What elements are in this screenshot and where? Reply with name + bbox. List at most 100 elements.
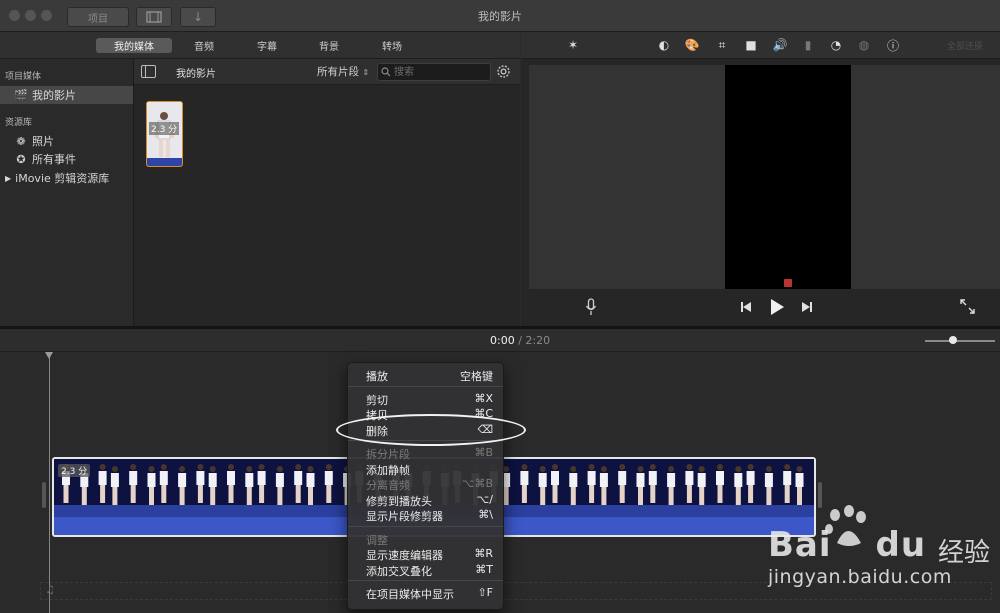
magic-wand-icon[interactable]: ✶ [565, 37, 581, 53]
menu-item[interactable]: 添加静帧 [348, 461, 503, 477]
tab-label: 转场 [382, 42, 402, 53]
star-icon: ✪ [16, 152, 26, 166]
menu-item-shortcut: ⌘T [475, 562, 493, 576]
crop-icon[interactable]: ⌗ [714, 37, 730, 53]
music-note-icon: ♫ [45, 583, 55, 596]
clip-thumbnail[interactable]: 2.3 分 [146, 101, 183, 167]
photos-icon: ❁ [16, 134, 26, 148]
menu-item: 拆分片段 ⌘B [348, 445, 503, 461]
menu-item[interactable]: 显示速度编辑器 ⌘R [348, 546, 503, 562]
reset-all-button[interactable]: 全部还原 [947, 39, 983, 52]
sidebar-item-my-movie[interactable]: 🎬 我的影片 [0, 86, 133, 104]
context-menu: 播放 空格键 剪切 ⌘X 拷贝 ⌘C 删除 ⌫ 拆分片段 ⌘B 添加静帧 分离音频 ⌥⌘B 修剪到播放头 ⌥… [347, 362, 504, 610]
speed-icon[interactable]: ◔ [828, 37, 844, 53]
viewer [521, 59, 1000, 326]
filter-icon[interactable]: ◍ [856, 37, 872, 53]
current-time: 0:00 [490, 334, 515, 347]
search-input[interactable] [394, 64, 486, 80]
zoom-slider-knob[interactable] [949, 336, 957, 344]
sidebar-item-label: 照片 [32, 135, 54, 148]
clip-filter-label: 所有片段 [317, 66, 359, 78]
menu-item[interactable]: 显示片段修剪器 ⌘\ [348, 507, 503, 523]
skip-back-icon[interactable] [740, 301, 752, 313]
menu-item[interactable]: 播放 空格键 [348, 367, 503, 383]
color-balance-icon[interactable]: ◐ [656, 37, 672, 53]
menu-item-label: 播放 [366, 370, 388, 383]
clapperboard-icon: 🎬 [14, 88, 28, 102]
playhead[interactable] [45, 352, 53, 613]
menu-item-shortcut: ⌘X [474, 391, 493, 405]
camera-stabilization-icon[interactable]: ■ [743, 37, 759, 53]
clip-duration-badge: 2.3 分 [58, 464, 91, 477]
zoom-slider[interactable] [925, 336, 995, 344]
microphone-icon[interactable] [585, 298, 597, 316]
browser-header: 我的影片 所有片段 ⇕ [134, 59, 520, 85]
menu-separator [348, 385, 503, 387]
menu-separator [348, 580, 503, 581]
watermark-product: 经验 [938, 538, 991, 568]
video-preview[interactable] [725, 65, 851, 289]
equalizer-icon[interactable]: ▮ [800, 37, 816, 53]
tab-audio[interactable]: 音频 [183, 38, 225, 53]
volume-icon[interactable]: 🔊 [772, 37, 788, 53]
sidebar-item-label: 我的影片 [32, 89, 76, 102]
media-tab-bar: 我的媒体 音频 字幕 背景 转场 [0, 32, 520, 59]
menu-item-shortcut: ⌥/ [476, 492, 493, 506]
menu-item[interactable]: 剪切 ⌘X [348, 391, 503, 407]
skip-forward-icon[interactable] [801, 301, 813, 313]
clip-duration-badge: 2.3 分 [149, 122, 180, 135]
tab-my-media[interactable]: 我的媒体 [96, 38, 172, 53]
section-project-media: 项目媒体 [5, 72, 42, 82]
menu-item-shortcut: 空格键 [460, 370, 493, 383]
clip-filter-select[interactable]: 所有片段 ⇕ [317, 64, 369, 79]
info-icon[interactable]: ⓘ [885, 37, 901, 53]
time-separator: / [518, 334, 522, 347]
viewer-toolbar: ✶ ◐ 🎨 ⌗ ■ 🔊 ▮ ◔ ◍ ⓘ 全部还原 [521, 32, 1000, 59]
search-icon [381, 67, 391, 77]
tab-label: 我的媒体 [114, 42, 154, 53]
menu-item-shortcut: ⌘R [474, 547, 493, 560]
menu-separator [348, 525, 503, 527]
menu-item[interactable]: 在项目媒体中显示 ⇧F [348, 585, 503, 601]
tab-label: 音频 [194, 42, 214, 53]
tab-backgrounds[interactable]: 背景 [308, 38, 350, 53]
updown-chevron-icon: ⇕ [362, 68, 370, 77]
play-icon[interactable] [769, 298, 785, 316]
window-title: 我的影片 [478, 10, 522, 23]
highlight-annotation [336, 414, 526, 446]
menu-item-shortcut: ⇧F [477, 586, 493, 599]
menu-item-label: 在项目媒体中显示 [366, 588, 454, 601]
sidebar-toggle-icon[interactable] [141, 65, 156, 78]
menu-item-label: 显示片段修剪器 [366, 510, 443, 523]
gear-icon[interactable] [496, 64, 511, 79]
timecode: 0:00 / 2:20 [490, 334, 550, 347]
sidebar-item-imovie-library[interactable]: ▶ iMovie 剪辑资源库 [0, 169, 133, 187]
tab-transitions[interactable]: 转场 [371, 38, 413, 53]
search-field[interactable] [377, 63, 491, 81]
library-sidebar: 项目媒体 🎬 我的影片 资源库 ❁ 照片 ✪ 所有事件 ▶ iMovie 剪辑资… [0, 59, 134, 326]
menu-item: 分离音频 ⌥⌘B [348, 476, 503, 492]
sidebar-item-label: 所有事件 [32, 153, 76, 166]
menu-item-shortcut: ⌘B [474, 446, 493, 459]
menu-item-shortcut: ⌥⌘B [461, 477, 493, 490]
watermark-url: jingyan.baidu.com [768, 566, 952, 588]
menu-item: 调整 [348, 531, 503, 547]
viewer-canvas [529, 65, 1000, 289]
fullscreen-icon[interactable] [960, 299, 975, 314]
timeline-header: 0:00 / 2:20 [0, 329, 1000, 352]
baidu-watermark: Bai du 经验 jingyan.baidu.com [768, 505, 1000, 605]
tab-titles[interactable]: 字幕 [246, 38, 288, 53]
sidebar-item-photos[interactable]: ❁ 照片 [0, 132, 133, 150]
tab-label: 字幕 [257, 42, 277, 53]
color-palette-icon[interactable]: 🎨 [684, 37, 700, 53]
clip-trim-handle-left[interactable] [42, 482, 46, 508]
brand-bai: Bai [768, 525, 832, 565]
menu-item[interactable]: 添加交叉叠化 ⌘T [348, 562, 503, 578]
playhead-handle-icon[interactable] [45, 352, 53, 359]
menu-item-shortcut: ⌘\ [478, 508, 493, 521]
menu-item[interactable]: 修剪到播放头 ⌥/ [348, 492, 503, 508]
tab-label: 背景 [319, 42, 339, 53]
sidebar-item-label: iMovie 剪辑资源库 [15, 172, 110, 185]
disclosure-triangle-icon[interactable]: ▶ [5, 174, 11, 183]
sidebar-item-all-events[interactable]: ✪ 所有事件 [0, 150, 133, 168]
